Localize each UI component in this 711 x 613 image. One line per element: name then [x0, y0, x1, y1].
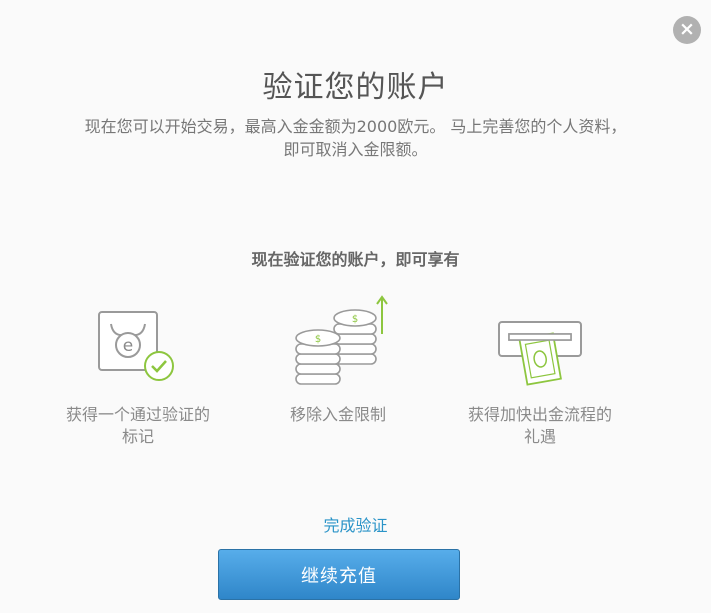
svg-text:$: $ — [352, 314, 358, 325]
verified-badge-icon: e — [98, 311, 174, 381]
benefit-label: 获得加快出金流程的 礼遇 — [450, 404, 630, 448]
benefit-label-line-1: 获得一个通过验证的 — [65, 405, 210, 424]
intro-text: 现在您可以开始交易，最高入金金额为2000欧元。 马上完善您的个人资料， 即可取… — [20, 115, 691, 161]
benefit-label-line-1: 获得加快出金流程的 — [467, 405, 612, 424]
benefit-fast-withdrawal: 获得加快出金流程的 礼遇 — [450, 290, 630, 448]
verify-account-dialog: × 验证您的账户 现在您可以开始交易，最高入金金额为2000欧元。 马上完善您的… — [0, 0, 711, 613]
close-icon[interactable]: × — [679, 18, 695, 40]
benefit-label-line-1: 移除入金限制 — [289, 405, 386, 424]
svg-text:$: $ — [315, 334, 321, 345]
continue-deposit-button[interactable]: 继续充值 — [218, 549, 460, 600]
intro-line-1: 现在您可以开始交易，最高入金金额为2000欧元。 马上完善您的个人资料， — [84, 117, 627, 136]
benefit-remove-limit: $ $ 移除入金限制 — [248, 290, 428, 426]
benefits-heading: 现在验证您的账户，即可享有 — [251, 250, 460, 269]
close-button[interactable]: × — [673, 16, 701, 44]
benefit-verified-badge: e 获得一个通过验证的 标记 — [48, 290, 228, 448]
dialog-title: 验证您的账户 — [262, 70, 449, 105]
benefit-label-line-2: 标记 — [121, 427, 154, 446]
cash-withdrawal-icon — [498, 321, 582, 386]
svg-text:e: e — [123, 336, 133, 356]
benefit-label-line-2: 礼遇 — [523, 427, 556, 446]
coin-stack-icon: $ $ — [295, 295, 388, 385]
benefit-label: 获得一个通过验证的 标记 — [48, 404, 228, 448]
complete-verification-link[interactable]: 完成验证 — [0, 512, 711, 536]
benefit-label: 移除入金限制 — [248, 404, 428, 426]
intro-line-2: 即可取消入金限额。 — [283, 140, 428, 159]
